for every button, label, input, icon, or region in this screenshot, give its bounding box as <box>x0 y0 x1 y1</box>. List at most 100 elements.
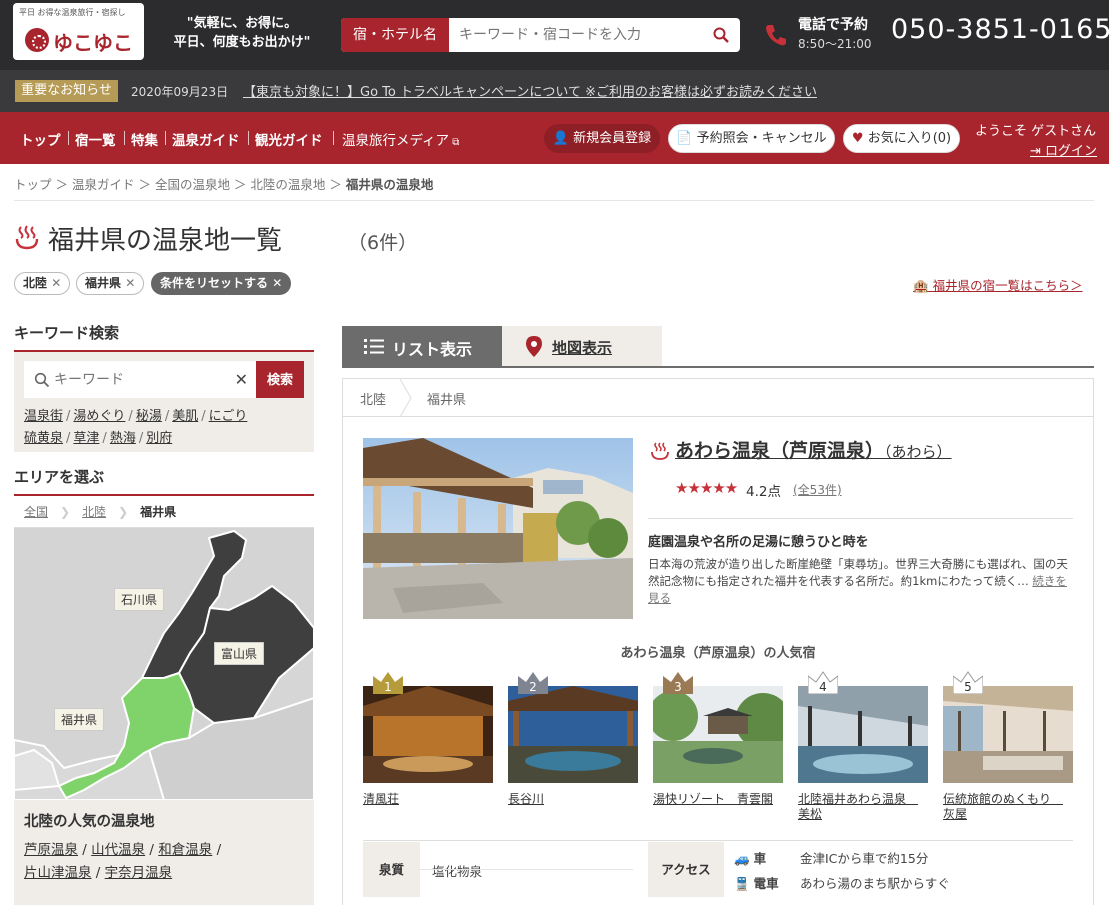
site-header: 平日 お得な温泉旅行・宿探し ゆこゆこ "気軽に、お得に。 平日、何度もお出かけ… <box>0 0 1109 70</box>
area-map[interactable]: 石川県 富山県 福井県 <box>14 528 314 800</box>
hotel-list-link[interactable]: 🏨 福井県の宿一覧はこちら＞ <box>913 275 1083 294</box>
divider <box>363 840 1073 841</box>
hotel-photo[interactable] <box>943 686 1073 783</box>
hotel-photo[interactable] <box>798 686 928 783</box>
keyword-input[interactable] <box>54 361 224 398</box>
register-button[interactable]: 👤 新規会員登録 <box>544 124 660 153</box>
reset-filters-button[interactable]: 条件をリセットする ✕ <box>151 272 292 295</box>
tab-map-view[interactable]: 地図表示 <box>502 326 662 367</box>
popular-onsen-link[interactable]: 山代温泉 <box>91 842 145 858</box>
hot-spring-icon <box>15 225 39 250</box>
chip-label: 福井県 <box>85 276 122 290</box>
hot-spring-icon <box>651 442 669 460</box>
map-label-toyama[interactable]: 富山県 <box>214 642 265 665</box>
nav-sightseeing-guide[interactable]: 観光ガイド <box>255 129 323 149</box>
divider <box>14 200 1094 201</box>
search-category-select[interactable]: 宿・ホテル名 <box>341 18 449 52</box>
filter-chip-hokuriku[interactable]: 北陸 ✕ <box>14 272 71 295</box>
onsen-photo[interactable] <box>363 438 633 619</box>
close-icon[interactable]: ✕ <box>51 276 61 290</box>
keyword-tag[interactable]: 温泉街 <box>24 409 63 424</box>
nav-top[interactable]: トップ <box>20 129 61 149</box>
popular-onsen-row: 芦原温泉 / 山代温泉 / 和倉温泉 / <box>24 842 222 858</box>
keyword-tag[interactable]: 硫黄泉 <box>24 431 63 446</box>
area-crumb-item[interactable]: 全国 <box>24 505 48 519</box>
breadcrumb-item[interactable]: 温泉ガイド <box>72 177 135 192</box>
hotel-name[interactable]: 伝統旅館のぬくもり 灰屋 <box>943 792 1073 822</box>
area-crumb-item[interactable]: 北陸 <box>82 505 106 519</box>
hotel-photo[interactable] <box>653 686 783 783</box>
chevron-right-icon <box>399 379 412 417</box>
nav-hotel-list[interactable]: 宿一覧 <box>75 129 116 149</box>
keyword-tag[interactable]: 湯めぐり <box>73 409 125 424</box>
clear-icon[interactable]: ✕ <box>235 370 248 389</box>
hotel-name[interactable]: 湯快リゾート 青雲閣 <box>653 792 783 807</box>
keyword-tag[interactable]: 草津 <box>73 431 99 446</box>
keyword-tag[interactable]: 別府 <box>146 431 172 446</box>
close-icon[interactable]: ✕ <box>272 276 282 290</box>
breadcrumb-item[interactable]: トップ <box>14 177 52 192</box>
map-pin-icon <box>526 336 542 357</box>
car-icon: 🚙 <box>734 851 750 866</box>
hotel-name[interactable]: 清風荘 <box>363 792 493 807</box>
spring-quality-value: 塩化物泉 <box>432 864 483 879</box>
popular-onsen-link[interactable]: 和倉温泉 <box>158 842 212 858</box>
map-label-ishikawa[interactable]: 石川県 <box>114 588 165 611</box>
page-title: 福井県の温泉地一覧 <box>48 226 283 256</box>
favorites-label: お気に入り(0) <box>867 131 952 146</box>
nav-divider <box>124 131 125 145</box>
logo-tagline: 平日 お得な温泉旅行・宿探し <box>19 8 126 17</box>
search-icon[interactable] <box>712 26 730 44</box>
tel-label: 電話で予約 <box>798 17 868 33</box>
tel-number[interactable]: 050-3851-0165 <box>891 14 1109 45</box>
keyword-tag[interactable]: にごり <box>209 409 248 424</box>
section-rule <box>14 494 314 496</box>
hotel-photo[interactable] <box>508 686 638 783</box>
popular-onsen-link[interactable]: 宇奈月温泉 <box>105 865 173 881</box>
tab-list-label: リスト表示 <box>392 340 473 359</box>
notice-link[interactable]: 【東京も対象に！】Go To トラベルキャンペーンについて ※ご利用のお客様は必… <box>243 81 817 100</box>
onsen-reading: （あわら） <box>884 443 952 461</box>
popular-onsen-link[interactable]: 片山津温泉 <box>24 865 92 881</box>
close-icon[interactable]: ✕ <box>125 276 135 290</box>
document-icon: 📄 <box>676 131 693 146</box>
notice-badge: 重要なお知らせ <box>15 80 118 102</box>
nav-feature[interactable]: 特集 <box>131 129 158 149</box>
heart-icon: ♥ <box>851 131 864 146</box>
breadcrumb-item[interactable]: 北陸の温泉地 <box>250 177 325 192</box>
description-text: 日本海の荒波が造り出した断崖絶壁「東尋坊」。世界三大奇勝にも選ばれ、国の天然記念… <box>648 557 1068 588</box>
nav-onsen-guide[interactable]: 温泉ガイド <box>172 129 240 149</box>
hotel-name[interactable]: 長谷川 <box>508 792 638 807</box>
login-link[interactable]: ⇥ ログイン <box>1030 140 1097 159</box>
keyword-tag[interactable]: 秘湯 <box>136 409 162 424</box>
nav-divider <box>248 131 249 145</box>
hotel-name[interactable]: 北陸福井あわら温泉 美松 <box>798 792 928 822</box>
nav-divider <box>165 131 166 145</box>
reservation-button[interactable]: 📄 予約照会・キャンセル <box>668 124 835 153</box>
onsen-name-link[interactable]: あわら温泉（芦原温泉）（あわら） <box>675 436 952 463</box>
area-breadcrumb: 全国 ❯ 北陸 ❯ 福井県 <box>14 497 314 528</box>
tel-hours: 8:50〜21:00 <box>798 37 872 51</box>
keyword-tag[interactable]: 熱海 <box>110 431 136 446</box>
chip-label: 北陸 <box>23 276 48 290</box>
nav-media[interactable]: 温泉旅行メディア ⧉ <box>342 129 459 149</box>
catch-copy: "気軽に、お得に。 平日、何度もお出かけ" <box>162 14 322 52</box>
rank-crown-icon: 4 <box>808 671 838 694</box>
filter-chip-fukui[interactable]: 福井県 ✕ <box>76 272 145 295</box>
rank-number: 3 <box>674 680 682 694</box>
site-logo[interactable]: 平日 お得な温泉旅行・宿探し ゆこゆこ <box>13 3 144 60</box>
logo-mark-icon <box>25 28 49 52</box>
nav-media-label: 温泉旅行メディア <box>342 133 450 149</box>
search-input[interactable] <box>449 18 704 52</box>
keyword-search-button[interactable]: 検索 <box>256 361 304 398</box>
keyword-tag[interactable]: 美肌 <box>172 409 198 424</box>
map-label-fukui[interactable]: 福井県 <box>54 708 105 731</box>
breadcrumb-item[interactable]: 全国の温泉地 <box>155 177 230 192</box>
tab-list-view[interactable]: リスト表示 <box>342 326 502 367</box>
hotel-photo[interactable] <box>363 686 493 783</box>
review-count-link[interactable]: (全53件) <box>793 481 842 498</box>
breadcrumb: トップ ＞ 温泉ガイド ＞ 全国の温泉地 ＞ 北陸の温泉地 ＞ 福井県の温泉地 <box>14 177 434 192</box>
popular-onsen-link[interactable]: 芦原温泉 <box>24 842 78 858</box>
area-crumb-current: 福井県 <box>140 505 177 519</box>
favorites-button[interactable]: ♥ お気に入り(0) <box>843 124 960 153</box>
